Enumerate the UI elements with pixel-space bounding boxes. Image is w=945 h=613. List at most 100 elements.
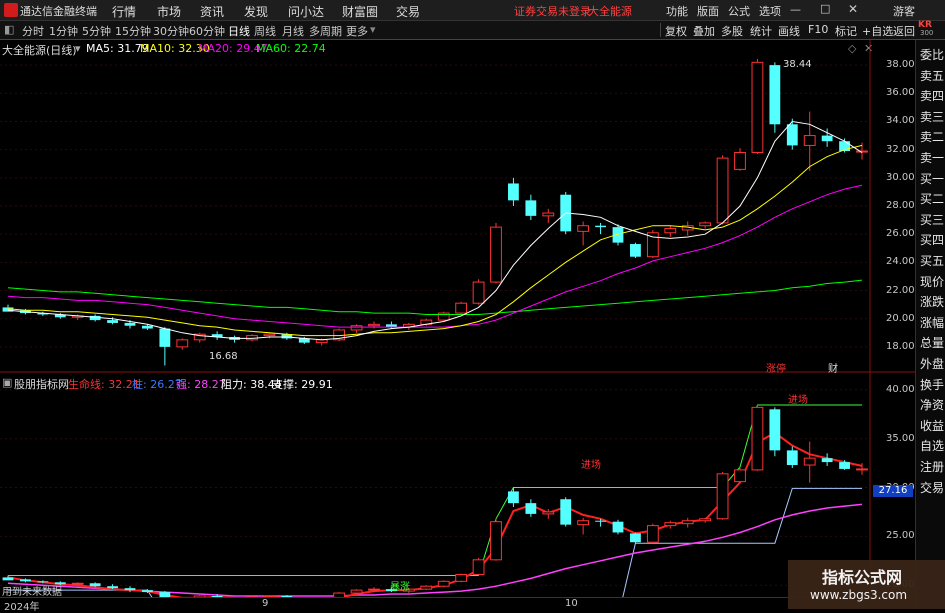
- candle-body-up: [177, 340, 188, 347]
- menu-item-gongneng[interactable]: 功能: [666, 3, 688, 19]
- tab-multi-period[interactable]: 多周期: [309, 23, 342, 39]
- toolbar-back[interactable]: 返回: [893, 23, 915, 39]
- sub-candle-body-down: [769, 409, 780, 450]
- chart-area[interactable]: [0, 40, 915, 597]
- watermark-title: 指标公式网: [822, 564, 902, 588]
- tab-fenshi[interactable]: 分时: [22, 23, 44, 39]
- candle-body-down: [595, 226, 606, 227]
- menu-item-hangqing[interactable]: 行情: [112, 3, 136, 20]
- watermark-url: www.zbgs3.com: [810, 588, 907, 602]
- candle-body-up: [473, 282, 484, 303]
- sub-candle-body-down: [525, 503, 536, 514]
- quote-panel-item[interactable]: 委比: [920, 46, 944, 63]
- tab-1min[interactable]: 1分钟: [49, 23, 78, 39]
- quote-panel-item[interactable]: 卖二: [920, 128, 944, 145]
- candle-body-down: [159, 329, 170, 347]
- quote-panel-item[interactable]: 卖一: [920, 149, 944, 166]
- tab-more[interactable]: 更多: [346, 23, 368, 39]
- quote-panel-item[interactable]: 涨幅: [920, 314, 944, 331]
- quote-panel-item[interactable]: 换手: [920, 376, 944, 393]
- tab-daily[interactable]: 日线: [228, 23, 250, 39]
- tab-monthly[interactable]: 月线: [282, 23, 304, 39]
- stock-code-stub2: 300: [920, 29, 933, 37]
- tab-60min[interactable]: 60分钟: [189, 23, 225, 39]
- minimize-icon[interactable]: —: [790, 3, 801, 16]
- ma10-line: [8, 145, 862, 335]
- quote-panel-item[interactable]: 现价: [920, 273, 944, 290]
- toolbar-fuquan[interactable]: 复权: [665, 23, 687, 39]
- candle-body-down: [822, 136, 833, 142]
- sub-chart-grid: [0, 390, 870, 585]
- quote-panel-item[interactable]: 收益: [920, 417, 944, 434]
- quote-panel-item[interactable]: 注册: [920, 458, 944, 475]
- quote-panel-item[interactable]: 卖三: [920, 108, 944, 125]
- tab-15min[interactable]: 15分钟: [115, 23, 151, 39]
- menu-item-faxian[interactable]: 发现: [244, 3, 268, 20]
- quote-panel-item[interactable]: 买一: [920, 170, 944, 187]
- menu-item-wenxiaoda[interactable]: 问小达: [288, 3, 324, 20]
- quote-panel-item[interactable]: 净资: [920, 396, 944, 413]
- menu-item-xuanxiang[interactable]: 选项: [759, 3, 781, 19]
- toolbar-duogu[interactable]: 多股: [721, 23, 743, 39]
- main-ytick: 34.00: [886, 115, 915, 126]
- tab-5min[interactable]: 5分钟: [82, 23, 111, 39]
- sub-candle-body-up: [491, 522, 502, 560]
- sub-candle-body-down: [595, 521, 606, 522]
- tag-cai[interactable]: 财: [828, 360, 838, 375]
- quote-panel-item[interactable]: 自选: [920, 437, 944, 454]
- more-dropdown-icon[interactable]: ▾: [370, 23, 376, 36]
- main-ytick: 32.00: [886, 144, 915, 155]
- main-ytick: 26.00: [886, 228, 915, 239]
- quote-panel-item[interactable]: 买五: [920, 252, 944, 269]
- quote-panel-item[interactable]: 买三: [920, 211, 944, 228]
- sub-candle-body-down: [3, 577, 14, 580]
- menu-item-caifuquan[interactable]: 财富圈: [342, 3, 378, 20]
- future-data-note: 用到未来数据: [2, 583, 62, 598]
- tab-30min[interactable]: 30分钟: [153, 23, 189, 39]
- toolbar-biaoji[interactable]: 标记: [835, 23, 857, 39]
- tab-weekly[interactable]: 周线: [254, 23, 276, 39]
- sub-candle-body-up: [578, 521, 589, 525]
- axis-year: 2024年: [4, 598, 39, 613]
- sub-candle-body-up: [438, 581, 449, 586]
- candle-body-up: [369, 324, 380, 325]
- quote-panel-item[interactable]: 卖五: [920, 67, 944, 84]
- main-ytick: 20.00: [886, 313, 915, 324]
- toolbar-diejia[interactable]: 叠加: [693, 23, 715, 39]
- quote-panel-item[interactable]: 卖四: [920, 87, 944, 104]
- sub-candle-body-up: [421, 586, 432, 589]
- site-watermark: 指标公式网 www.zbgs3.com: [788, 560, 945, 609]
- sub-candle-body-up: [543, 512, 554, 514]
- sub-ytick: 35.00: [886, 433, 915, 444]
- maximize-icon[interactable]: □: [820, 2, 830, 15]
- menu-item-banmian[interactable]: 版面: [697, 3, 719, 19]
- login-notice[interactable]: 证券交易未登录: [514, 3, 591, 19]
- ma20-line: [8, 185, 862, 327]
- toolbar-f10[interactable]: F10: [808, 23, 828, 36]
- candle-body-down: [787, 124, 798, 145]
- collapse-icon[interactable]: ◧: [4, 23, 14, 36]
- toolbar-tongji[interactable]: 统计: [750, 23, 772, 39]
- menu-bar: 通达信金融终端 行情 市场 资讯 发现 问小达 财富圈 交易 证券交易未登录 大…: [0, 0, 945, 21]
- quote-panel-item[interactable]: 涨跌: [920, 293, 944, 310]
- tag-zhangting[interactable]: 涨停: [766, 360, 786, 375]
- quote-panel-item[interactable]: 买二: [920, 190, 944, 207]
- sub-candle-body-up: [752, 407, 763, 470]
- menu-item-zixun[interactable]: 资讯: [200, 3, 224, 20]
- guest-button[interactable]: 游客: [893, 3, 915, 19]
- menu-item-jiaoyi[interactable]: 交易: [396, 3, 420, 20]
- candle-body-up: [491, 227, 502, 282]
- sub-candle-body-down: [107, 586, 118, 588]
- quote-panel-item[interactable]: 买四: [920, 231, 944, 248]
- menu-item-gongshi[interactable]: 公式: [728, 3, 750, 19]
- close-icon[interactable]: ✕: [848, 2, 858, 16]
- menu-item-shichang[interactable]: 市场: [157, 3, 181, 20]
- quote-panel-item[interactable]: 交易: [920, 479, 944, 496]
- toolbar-huaxian[interactable]: 画线: [778, 23, 800, 39]
- candle-body-up: [857, 151, 868, 152]
- quote-panel-item[interactable]: 总量: [920, 334, 944, 351]
- toolbar-add-favorite[interactable]: +自选: [862, 23, 893, 39]
- main-ytick: 18.00: [886, 341, 915, 352]
- quote-panel-item[interactable]: 外盘: [920, 355, 944, 372]
- candle-body-up: [543, 213, 554, 216]
